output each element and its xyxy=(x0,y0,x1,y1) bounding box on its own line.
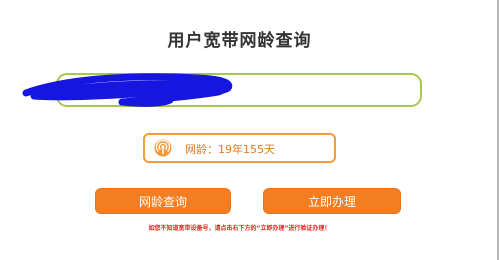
apply-now-button[interactable]: 立即办理 xyxy=(263,188,401,214)
network-age-text: 网龄：19年155天 xyxy=(185,143,275,156)
help-notice: 如您不知道宽带设备号，请点击右下方的“立即办理”进行验证办理！ xyxy=(148,225,331,232)
network-age-query-button[interactable]: 网龄查询 xyxy=(95,188,231,214)
redaction-scribble xyxy=(22,73,233,107)
broadcast-icon xyxy=(154,139,172,157)
page-title: 用户宽带网龄查询 xyxy=(167,31,312,51)
page: 用户宽带网龄查询 网龄：19年155天 网龄查询 立即办理 如您不知道宽带设备号… xyxy=(0,0,499,260)
network-age-result: 网龄：19年155天 xyxy=(143,133,336,163)
